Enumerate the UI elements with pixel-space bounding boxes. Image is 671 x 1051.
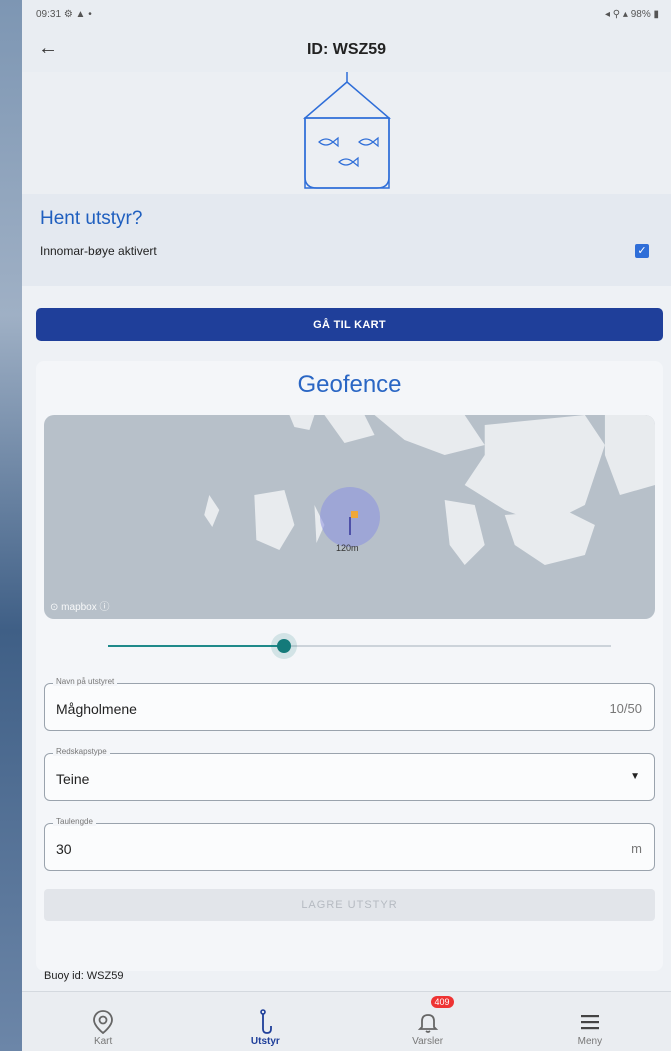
save-equipment-button[interactable]: LAGRE UTSTYR xyxy=(44,889,655,921)
status-bar: 09:31 ⚙ ▲ • ◂ ⚲ ▴ 98% ▮ xyxy=(22,0,671,28)
back-arrow-icon[interactable]: ← xyxy=(36,36,60,60)
gear-type-select[interactable]: Redskapstype Teine ▼ xyxy=(44,747,655,801)
mapbox-attribution[interactable]: ⊙ mapbox ⓘ xyxy=(50,598,110,613)
rope-length-field[interactable]: Taulengde 30 m xyxy=(44,817,655,871)
nav-label-varsler: Varsler xyxy=(412,1036,444,1047)
gear-type-label: Redskapstype xyxy=(53,747,110,756)
hook-icon xyxy=(256,1008,274,1036)
nav-item-varsler[interactable]: 409 Varsler xyxy=(347,992,509,1051)
bottom-navigation: Kart Utstyr 409 Varsler Meny xyxy=(22,991,671,1051)
hent-utstyr-section: Hent utstyr? Innomar-bøye aktivert ✓ xyxy=(22,194,671,286)
nav-item-kart[interactable]: Kart xyxy=(22,992,184,1051)
status-battery: ◂ ⚲ ▴ 98% ▮ xyxy=(605,8,659,20)
equipment-name-field[interactable]: Navn på utstyret Mågholmene 10/50 xyxy=(44,677,655,731)
geofence-radius-label: 120m xyxy=(336,543,359,553)
equipment-name-label: Navn på utstyret xyxy=(53,677,118,686)
status-time: 09:31 ⚙ ▲ • xyxy=(36,8,92,20)
page-title: ID: WSZ59 xyxy=(306,41,387,58)
equipment-name-counter: 10/50 xyxy=(609,701,642,716)
radius-slider[interactable] xyxy=(44,631,655,661)
app-bar: ← ID: WSZ59 xyxy=(22,28,671,72)
geofence-map[interactable]: 120m ⊙ mapbox ⓘ xyxy=(44,415,655,619)
geofence-circle[interactable] xyxy=(320,487,380,547)
dropdown-caret-icon[interactable]: ▼ xyxy=(630,771,640,782)
map-pin-icon xyxy=(92,1008,114,1036)
rope-length-value[interactable]: 30 xyxy=(56,841,72,857)
geofence-card: Geofence 120m ⊙ mapbox ⓘ Navn på utstyre… xyxy=(36,361,663,971)
rope-length-label: Taulengde xyxy=(53,817,96,826)
gear-type-value[interactable]: Teine xyxy=(56,771,89,787)
app-window: 09:31 ⚙ ▲ • ◂ ⚲ ▴ 98% ▮ ← ID: WSZ59 Hent… xyxy=(22,0,671,1051)
nav-item-meny[interactable]: Meny xyxy=(509,992,671,1051)
geofence-title: Geofence xyxy=(297,371,402,398)
menu-icon xyxy=(580,1008,600,1036)
nav-label-meny: Meny xyxy=(577,1036,603,1047)
nav-item-utstyr[interactable]: Utstyr xyxy=(184,992,346,1051)
rope-length-unit: m xyxy=(631,841,642,856)
slider-thumb[interactable] xyxy=(277,639,291,653)
trap-illustration xyxy=(22,72,671,194)
innomar-checkbox[interactable]: ✓ xyxy=(635,244,649,258)
innomar-label: Innomar-bøye aktivert xyxy=(40,244,157,258)
hent-utstyr-title: Hent utstyr? xyxy=(40,208,143,229)
nav-label-utstyr: Utstyr xyxy=(250,1036,280,1047)
go-to-map-button[interactable]: GÅ TIL KART xyxy=(36,308,663,341)
equipment-name-value[interactable]: Mågholmene xyxy=(56,701,137,717)
nav-label-kart: Kart xyxy=(93,1036,113,1047)
buoy-id-text: Buoy id: WSZ59 xyxy=(44,970,124,982)
background-photo xyxy=(0,0,22,1051)
fish-trap-icon xyxy=(302,72,391,189)
notification-badge: 409 xyxy=(430,996,454,1008)
bell-icon xyxy=(417,1008,439,1036)
innomar-row: Innomar-bøye aktivert ✓ xyxy=(40,244,653,258)
slider-fill xyxy=(108,645,284,647)
